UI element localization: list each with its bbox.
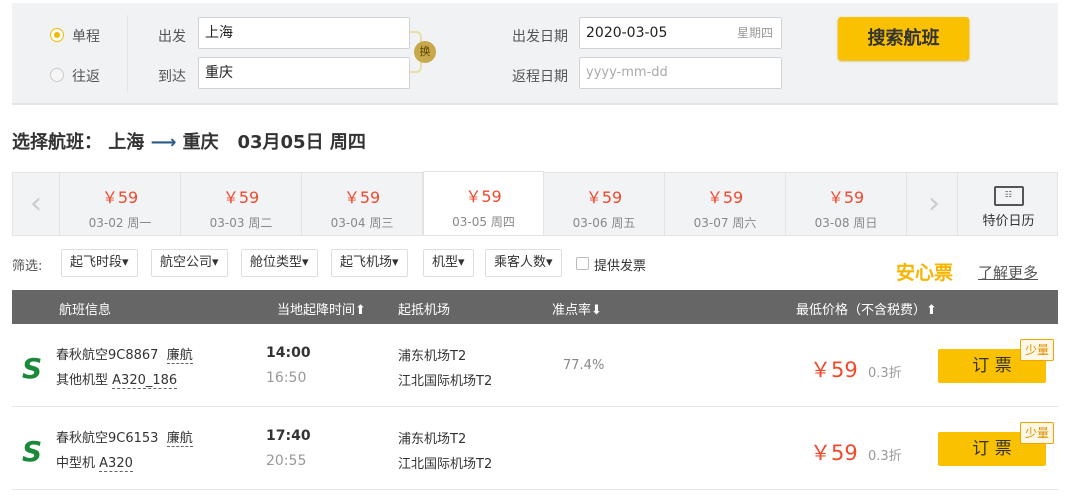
date-option[interactable]: ￥59 03-03 周二 [181,173,302,235]
limited-seats-badge: 少量 [1020,339,1054,361]
discount: 0.3折 [868,449,902,464]
from-city-input[interactable]: 上海 [198,17,410,49]
learn-more-link[interactable]: 了解更多 [978,262,1038,283]
header-ontime-sort[interactable]: 准点率⬇ [552,299,602,318]
table-header: 航班信息 当地起降时间⬆ 起抵机场 准点率⬇ 最低价格（不含税费）⬆ [12,290,1058,324]
date-option[interactable]: ￥59 03-02 周一 [60,173,181,235]
invoice-label: 提供发票 [594,259,647,274]
depart-time: 17:40 [266,428,311,444]
date-label: 03-05 周四 [452,215,515,229]
date-strip: ‹ ￥59 03-02 周一 ￥59 03-03 周二 ￥59 03-04 周三 ￥59 03… [12,171,1058,236]
depart-airport: 浦东机场T2 [398,349,467,364]
depart-date-value: 2020-03-05 [586,25,668,41]
arrive-time: 20:55 [266,453,307,469]
header-time-sort[interactable]: 当地起降时间⬆ [277,299,366,318]
round-trip-radio[interactable] [50,68,64,82]
one-way-radio[interactable] [50,28,64,42]
filter-dropdown[interactable]: 机型▾ [423,249,474,277]
flight-number: 春秋航空9C8867 [56,348,159,363]
date-option[interactable]: ￥59 03-07 周六 [665,173,786,235]
calendar-label: 特价日历 [982,214,1035,229]
date-label: 03-04 周三 [330,216,394,230]
filter-label: 筛选: [12,259,43,274]
arrive-airport: 江北国际机场T2 [398,374,493,389]
plane-model[interactable]: A320_186 [112,373,178,389]
spring-airlines-logo-icon: S [22,352,43,385]
filter-dropdown[interactable]: 乘客人数▾ [485,249,562,277]
low-cost-tag[interactable]: 廉航 [166,348,193,364]
plane-model[interactable]: A320 [99,456,133,472]
date-option[interactable]: ￥59 03-04 周三 [302,173,423,235]
return-date-label: 返程日期 [512,69,568,85]
date-price: ￥59 [827,188,865,207]
flight-row: S 春秋航空9C6153 廉航 中型机 A320 17:40 20:55 浦东机… [12,407,1058,490]
filter-dropdown[interactable]: 舱位类型▾ [241,249,318,277]
page-title: 选择航班： 上海 ⟶ 重庆 03月05日 周四 [12,132,366,153]
arrive-time: 16:50 [266,370,307,386]
header-flight-info: 航班信息 [59,303,112,318]
return-date-input[interactable]: yyyy-mm-dd [579,57,782,89]
flight-number: 春秋航空9C6153 [56,431,159,446]
date-label: 03-03 周二 [209,216,273,230]
header-airports: 起抵机场 [398,303,451,318]
depart-date-label: 出发日期 [512,29,568,45]
depart-date-input[interactable]: 2020-03-05 星期四 [579,17,782,49]
date-price: ￥59 [101,188,139,207]
depart-time: 14:00 [266,345,311,361]
date-price: ￥59 [343,188,381,207]
arrive-airport: 江北国际机场T2 [398,457,493,472]
depart-airport: 浦东机场T2 [398,432,467,447]
one-way-label: 单程 [72,29,100,45]
date-label: 03-02 周一 [88,216,152,230]
arrive-label: 到达 [158,69,186,85]
discount: 0.3折 [868,366,902,381]
prev-dates-arrow-icon[interactable]: ‹ [13,173,60,235]
round-trip-label: 往返 [72,69,100,85]
plane-type: 其他机型 [56,373,109,388]
next-dates-arrow-icon[interactable]: › [911,173,958,235]
date-label: 03-07 周六 [693,216,757,230]
date-price: ￥59 [585,188,623,207]
calendar-icon: ☷ [993,186,1024,206]
weekday-text: 星期四 [736,26,773,40]
swap-cities-button[interactable]: 换 [414,41,436,63]
filter-dropdown[interactable]: 航空公司▾ [151,249,228,277]
depart-label: 出发 [158,29,186,45]
ontime-rate: 77.4% [563,358,605,373]
special-price-calendar-button[interactable]: ☷ 特价日历 [959,173,1058,235]
to-city-input[interactable]: 重庆 [198,57,410,89]
date-price: ￥59 [706,188,744,207]
anxin-ticket-logo: 安心票 [896,262,954,284]
date-price: ￥59 [465,187,502,206]
price: ￥59 [810,441,858,465]
plane-type: 中型机 [56,456,96,471]
low-cost-tag[interactable]: 廉航 [166,431,193,447]
invoice-checkbox[interactable] [576,257,589,270]
date-option[interactable]: ￥59 03-06 周五 [544,173,665,235]
limited-seats-badge: 少量 [1020,422,1054,444]
price: ￥59 [810,358,858,382]
filter-dropdown[interactable]: 起飞时段▾ [61,249,138,277]
date-option[interactable]: ￥59 03-08 周日 [786,173,907,235]
flight-row: S 春秋航空9C8867 廉航 其他机型 A320_186 14:00 16:5… [12,324,1058,407]
date-label: 03-08 周日 [814,216,878,230]
date-option[interactable]: ￥59 03-05 周四 [423,171,544,235]
date-label: 03-06 周五 [572,216,636,230]
date-price: ￥59 [222,188,260,207]
search-flights-button[interactable]: 搜索航班 [838,17,969,60]
header-price-sort[interactable]: 最低价格（不含税费）⬆ [796,299,937,318]
filter-dropdown[interactable]: 起飞机场▾ [331,249,408,277]
spring-airlines-logo-icon: S [22,435,43,468]
